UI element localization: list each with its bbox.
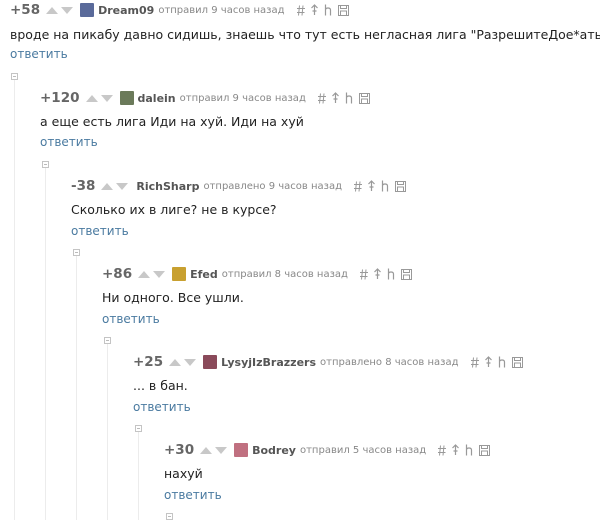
downvote-icon[interactable] bbox=[184, 358, 197, 366]
thread-line bbox=[76, 256, 77, 520]
comment-link-icon[interactable] bbox=[317, 92, 326, 104]
comment-rating: +30 bbox=[164, 442, 195, 458]
parent-link-icon[interactable] bbox=[374, 268, 381, 280]
save-icon[interactable] bbox=[337, 4, 349, 16]
username[interactable]: Bodrey bbox=[252, 444, 296, 457]
comment-tools bbox=[432, 444, 491, 456]
upvote-icon[interactable] bbox=[169, 358, 182, 366]
comment-tools bbox=[312, 92, 370, 104]
branch-icon[interactable] bbox=[381, 180, 389, 192]
comment-header: +58 Dream09 отправил 9 часов назад bbox=[10, 2, 349, 18]
comment-text: а еще есть лига Иди на хуй. Иди на хуй bbox=[40, 114, 304, 129]
avatar[interactable] bbox=[172, 267, 187, 281]
comment-text: нахуй bbox=[164, 466, 203, 481]
comment-rating: +58 bbox=[10, 2, 41, 18]
reply-link[interactable]: ответить bbox=[10, 47, 68, 61]
reply-link[interactable]: ответить bbox=[133, 400, 191, 414]
collapse-button[interactable] bbox=[73, 249, 80, 256]
comment-tools bbox=[291, 4, 349, 16]
reply-link[interactable]: ответить bbox=[102, 312, 160, 326]
comment-time: отправил 9 часов назад bbox=[158, 4, 285, 16]
username[interactable]: RichSharp bbox=[136, 180, 199, 193]
thread-line bbox=[107, 344, 108, 520]
upvote-icon[interactable] bbox=[138, 270, 151, 278]
avatar[interactable] bbox=[234, 443, 249, 457]
comment-link-icon[interactable] bbox=[354, 180, 362, 192]
comment-time: отправлено 9 часов назад bbox=[203, 180, 342, 192]
parent-link-icon[interactable] bbox=[452, 444, 460, 456]
comment-time: отправил 8 часов назад bbox=[221, 268, 348, 280]
branch-icon[interactable] bbox=[324, 4, 332, 16]
avatar[interactable] bbox=[80, 3, 95, 17]
branch-icon[interactable] bbox=[465, 444, 473, 456]
parent-link-icon[interactable] bbox=[368, 180, 375, 192]
comment-header: +86 Efed отправил 8 часов назад bbox=[102, 266, 412, 282]
comment-rating: -38 bbox=[71, 178, 96, 194]
comment-time: отправлено 8 часов назад bbox=[320, 356, 459, 368]
downvote-icon[interactable] bbox=[116, 182, 129, 190]
upvote-icon[interactable] bbox=[85, 94, 98, 102]
comment-tools bbox=[354, 268, 412, 280]
comment-tools bbox=[348, 180, 406, 192]
branch-icon[interactable] bbox=[387, 268, 395, 280]
parent-link-icon[interactable] bbox=[310, 4, 318, 16]
comment-header: +25 LysyjIzBrazzers отправлено 8 часов н… bbox=[133, 354, 523, 370]
comment-link-icon[interactable] bbox=[438, 444, 447, 456]
collapse-button[interactable] bbox=[42, 161, 49, 168]
downvote-icon[interactable] bbox=[61, 6, 74, 14]
comment-text: ... в бан. bbox=[133, 378, 188, 393]
comment-link-icon[interactable] bbox=[470, 356, 479, 368]
username[interactable]: dalein bbox=[138, 92, 176, 105]
parent-link-icon[interactable] bbox=[484, 356, 492, 368]
upvote-icon[interactable] bbox=[200, 446, 213, 454]
comment-link-icon[interactable] bbox=[296, 4, 305, 16]
thread-line bbox=[14, 80, 15, 520]
comment-rating: +120 bbox=[40, 90, 80, 106]
collapse-button[interactable] bbox=[135, 425, 142, 432]
comment-header: -38 RichSharp отправлено 9 часов назад bbox=[71, 178, 406, 194]
save-icon[interactable] bbox=[479, 444, 491, 456]
branch-icon[interactable] bbox=[345, 92, 353, 104]
downvote-icon[interactable] bbox=[215, 446, 228, 454]
username[interactable]: Dream09 bbox=[98, 4, 154, 17]
username[interactable]: LysyjIzBrazzers bbox=[221, 356, 316, 369]
avatar[interactable] bbox=[203, 355, 218, 369]
comment-time: отправил 5 часов назад bbox=[299, 444, 427, 456]
reply-link[interactable]: ответить bbox=[71, 224, 129, 238]
username[interactable]: Efed bbox=[190, 268, 218, 281]
comment-header: +30 Bodrey отправил 5 часов назад bbox=[164, 442, 491, 458]
downvote-icon[interactable] bbox=[100, 94, 113, 102]
comment-header: +120 dalein отправил 9 часов назад bbox=[40, 90, 370, 106]
comment-time: отправил 9 часов назад bbox=[179, 92, 306, 104]
avatar[interactable] bbox=[119, 91, 134, 105]
comment-tools bbox=[465, 356, 523, 368]
reply-link[interactable]: ответить bbox=[164, 488, 222, 502]
upvote-icon[interactable] bbox=[101, 182, 114, 190]
branch-icon[interactable] bbox=[498, 356, 506, 368]
thread-line bbox=[45, 168, 46, 520]
save-icon[interactable] bbox=[511, 356, 523, 368]
reply-link[interactable]: ответить bbox=[40, 135, 98, 149]
collapse-button[interactable] bbox=[104, 337, 111, 344]
collapse-button[interactable] bbox=[166, 513, 173, 520]
parent-link-icon[interactable] bbox=[331, 92, 339, 104]
collapse-button[interactable] bbox=[11, 73, 18, 80]
comment-link-icon[interactable] bbox=[359, 268, 368, 280]
comment-rating: +25 bbox=[133, 354, 164, 370]
comment-text: Сколько их в лиге? не в курсе? bbox=[71, 202, 277, 217]
save-icon[interactable] bbox=[358, 92, 370, 104]
comment-rating: +86 bbox=[102, 266, 133, 282]
save-icon[interactable] bbox=[395, 180, 406, 192]
save-icon[interactable] bbox=[400, 268, 412, 280]
thread-line bbox=[138, 432, 139, 520]
comment-text: Ни одного. Все ушли. bbox=[102, 290, 244, 305]
upvote-icon[interactable] bbox=[46, 6, 59, 14]
downvote-icon[interactable] bbox=[153, 270, 166, 278]
comment-text: вроде на пикабу давно сидишь, знаешь что… bbox=[10, 27, 600, 42]
